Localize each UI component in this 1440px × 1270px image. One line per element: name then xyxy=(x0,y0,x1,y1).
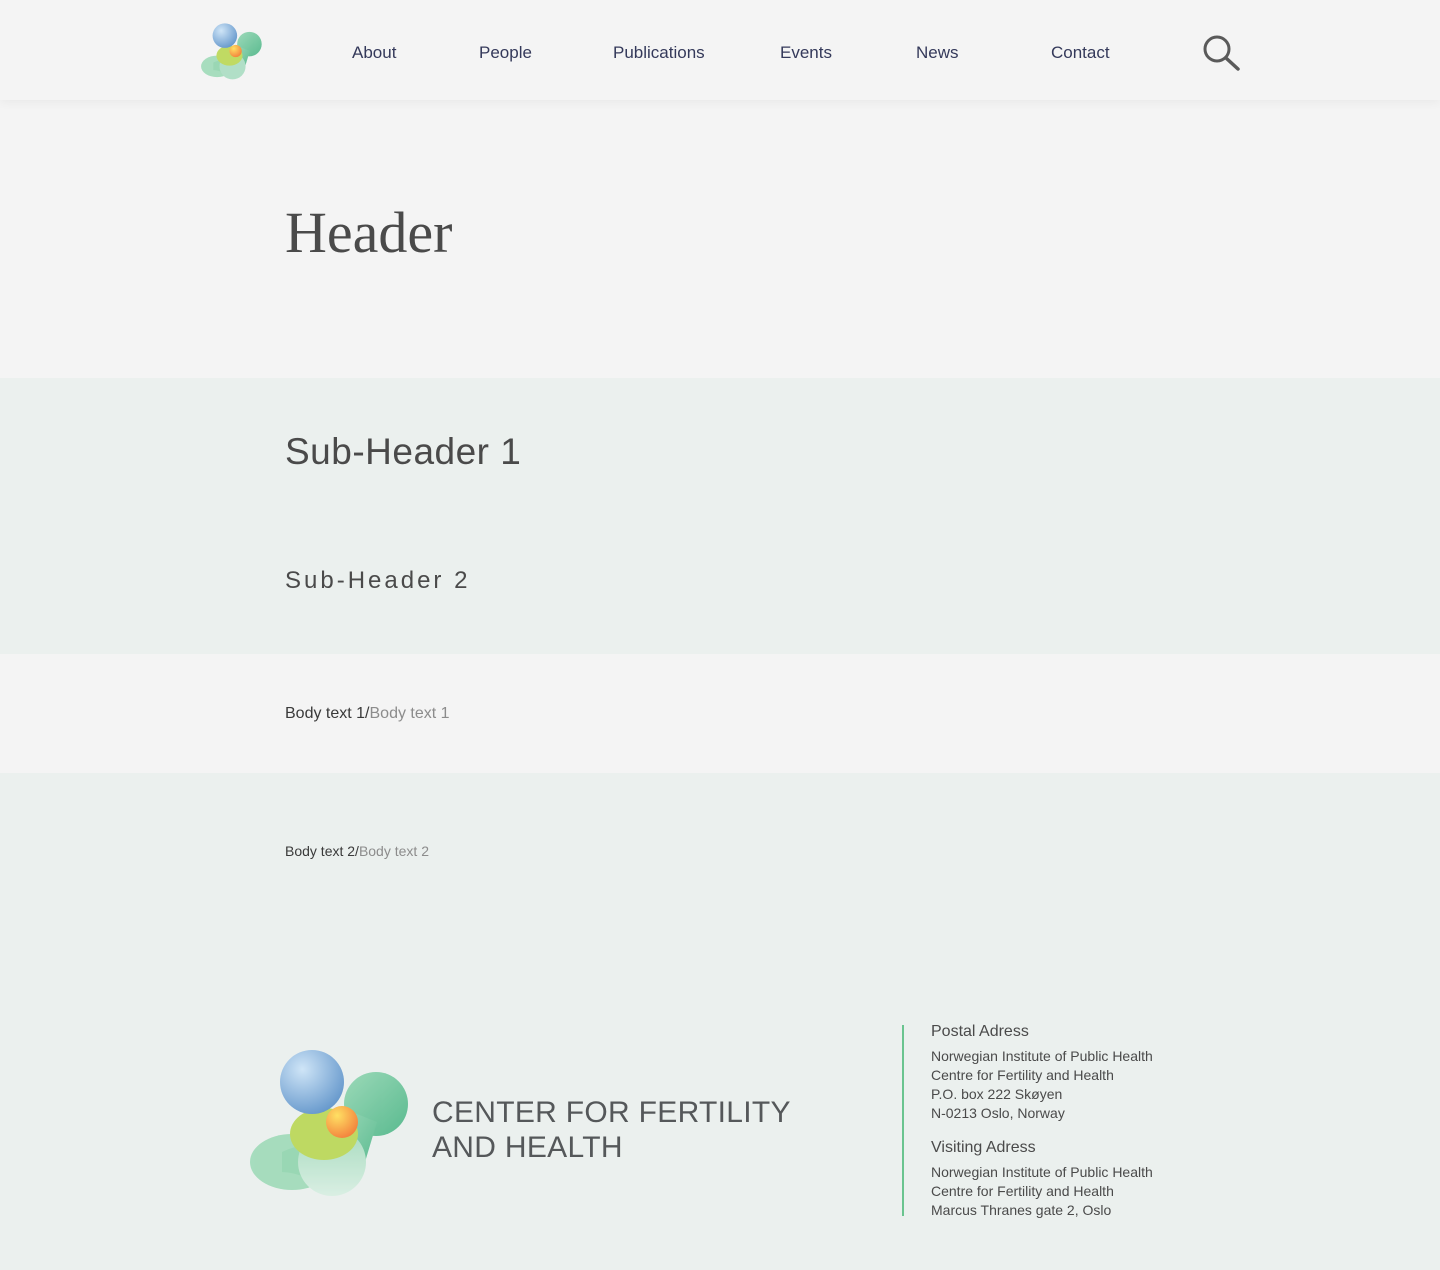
body-text-1-dark: Body text 1/ xyxy=(285,705,370,722)
visiting-address-heading: Visiting Adress xyxy=(931,1139,1036,1156)
postal-address-line: P.O. box 222 Skøyen xyxy=(931,1086,1063,1102)
nav-item-events[interactable]: Events xyxy=(780,42,832,64)
organization-name-line-1: CENTER FOR FERTILITY xyxy=(432,1096,791,1129)
hero-section: Header xyxy=(0,100,1440,378)
visiting-address-line: Norwegian Institute of Public Health xyxy=(931,1164,1153,1180)
nav-item-about[interactable]: About xyxy=(352,42,396,64)
body-text-2-section: Body text 2/Body text 2 xyxy=(0,773,1440,1270)
body-text-2-light: Body text 2 xyxy=(358,843,429,859)
top-navigation: About People Publications Events News Co… xyxy=(0,0,1440,100)
body-text-1: Body text 1/Body text 1 xyxy=(285,704,450,724)
body-text-2-dark: Body text 2/ xyxy=(285,843,359,859)
footer-divider xyxy=(902,1025,904,1216)
visiting-address-line: Marcus Thranes gate 2, Oslo xyxy=(931,1202,1112,1218)
subheader-1: Sub-Header 1 xyxy=(285,431,522,472)
search-icon[interactable] xyxy=(1200,33,1242,73)
body-text-1-light: Body text 1 xyxy=(369,705,450,722)
nav-item-people[interactable]: People xyxy=(479,42,532,64)
visiting-address: Visiting Adress Norwegian Institute of P… xyxy=(931,1138,1153,1220)
nav-item-contact[interactable]: Contact xyxy=(1051,42,1110,64)
organization-name: CENTER FOR FERTILITY AND HEALTH xyxy=(432,1095,791,1165)
postal-address-heading: Postal Adress xyxy=(931,1023,1029,1040)
postal-address: Postal Adress Norwegian Institute of Pub… xyxy=(931,1022,1153,1123)
postal-address-line: Centre for Fertility and Health xyxy=(931,1067,1114,1083)
postal-address-line: N-0213 Oslo, Norway xyxy=(931,1105,1065,1121)
organization-name-line-2: AND HEALTH xyxy=(432,1131,623,1164)
footer-logo-icon xyxy=(250,1050,408,1196)
body-text-2: Body text 2/Body text 2 xyxy=(285,842,429,860)
subheader-section: Sub-Header 1 Sub-Header 2 xyxy=(0,378,1440,654)
logo-icon[interactable] xyxy=(198,20,264,82)
postal-address-line: Norwegian Institute of Public Health xyxy=(931,1048,1153,1064)
visiting-address-line: Centre for Fertility and Health xyxy=(931,1183,1114,1199)
nav-item-news[interactable]: News xyxy=(916,42,959,64)
subheader-2: Sub-Header 2 xyxy=(285,567,471,594)
nav-item-publications[interactable]: Publications xyxy=(613,42,705,64)
body-text-1-section: Body text 1/Body text 1 xyxy=(0,654,1440,773)
page-title: Header xyxy=(285,200,453,265)
